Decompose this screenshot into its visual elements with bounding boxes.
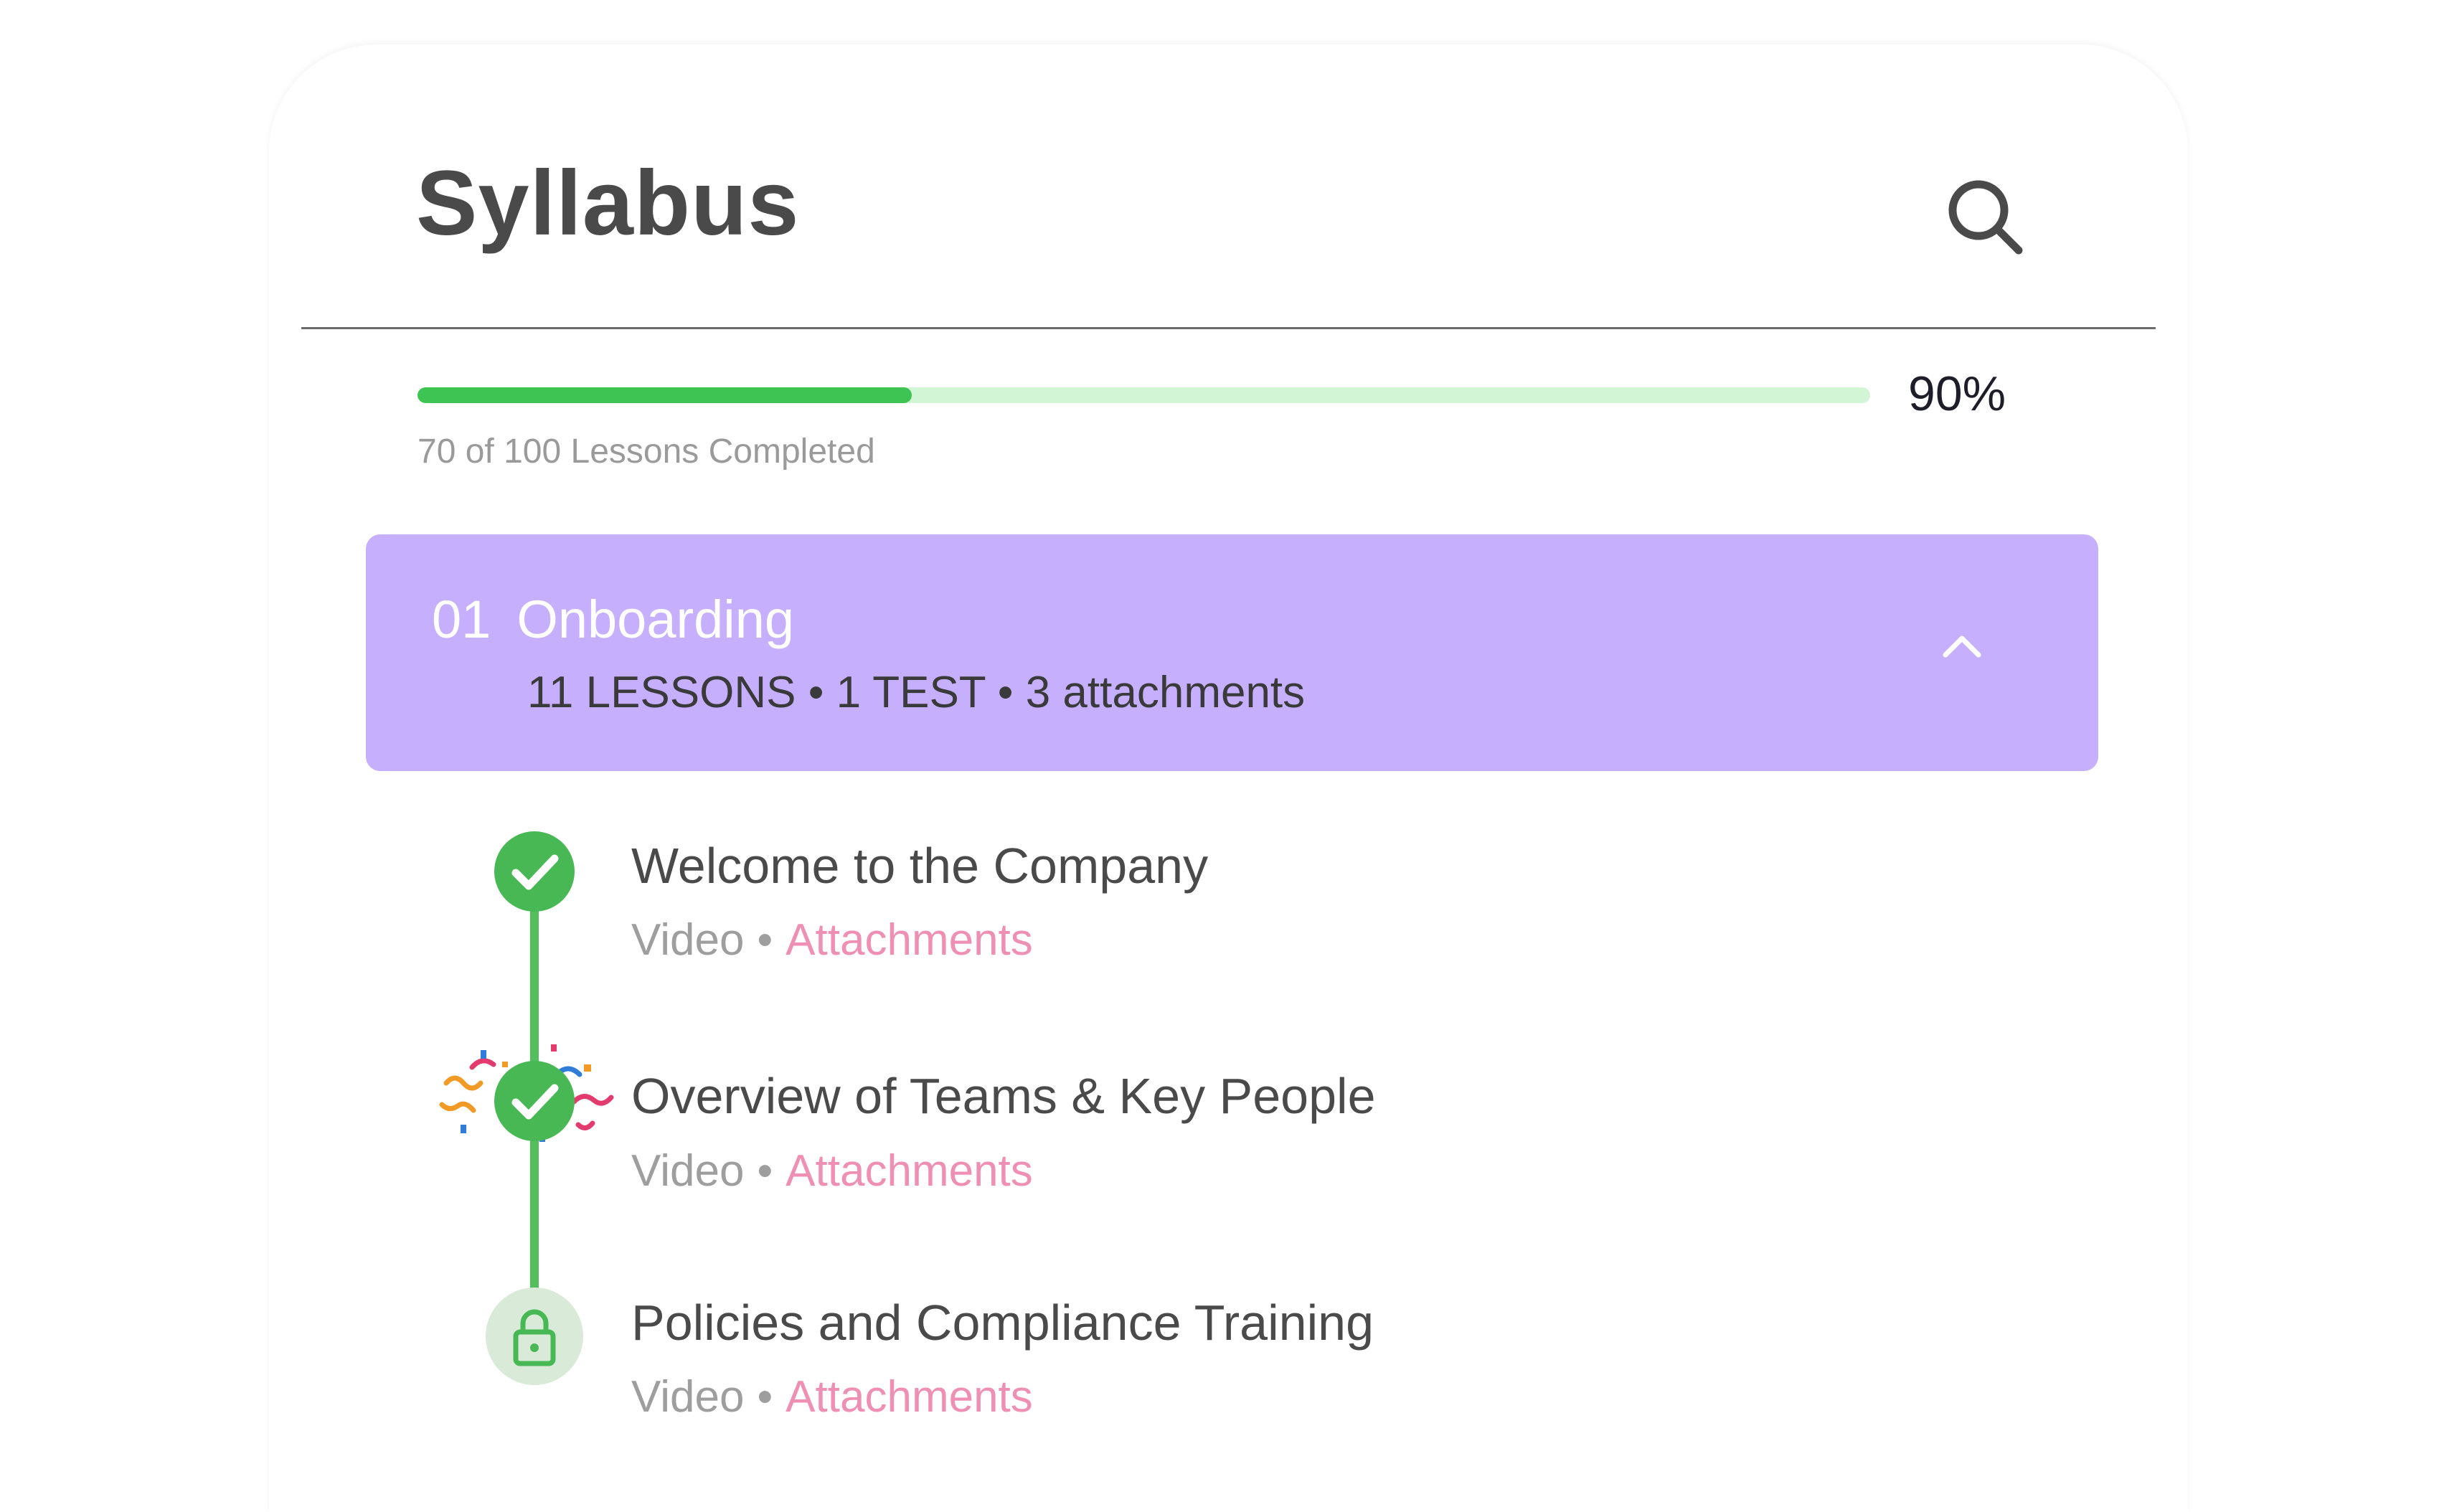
lesson-title[interactable]: Welcome to the Company <box>631 841 1208 891</box>
lesson-title[interactable]: Policies and Compliance Training <box>631 1298 1374 1348</box>
lesson-meta: Video • Attachments <box>631 918 1033 963</box>
lesson-status-completed <box>494 831 575 912</box>
attachments-link[interactable]: Attachments <box>786 1372 1033 1422</box>
lesson-meta: Video • Attachments <box>631 1149 1033 1194</box>
meta-separator: • <box>757 1372 773 1422</box>
lesson-type: Video <box>631 1372 745 1422</box>
header-divider <box>301 327 2156 329</box>
section-header-onboarding[interactable]: 01 Onboarding 11 LESSONS • 1 TEST • 3 att… <box>366 534 2098 771</box>
section-title: 01 Onboarding <box>432 593 794 646</box>
progress-bar <box>417 387 1870 403</box>
progress-bar-fill <box>417 387 912 403</box>
lesson-meta: Video • Attachments <box>631 1375 1033 1419</box>
chevron-up-icon[interactable] <box>1937 628 1987 663</box>
section-name: Onboarding <box>516 590 795 649</box>
page-title: Syllabus <box>416 152 800 255</box>
lessons-completed-text: 70 of 100 Lessons Completed <box>417 433 875 471</box>
check-icon <box>511 1084 559 1120</box>
lesson-type: Video <box>631 1146 745 1196</box>
attachments-link[interactable]: Attachments <box>786 1146 1033 1196</box>
check-icon <box>511 854 559 890</box>
progress-percent: 90% <box>1908 367 2006 421</box>
search-icon <box>1948 180 2023 255</box>
lesson-type: Video <box>631 915 745 965</box>
lock-icon <box>513 1309 556 1366</box>
meta-separator: • <box>757 1146 773 1196</box>
section-meta: 11 LESSONS • 1 TEST • 3 attachments <box>527 668 1306 717</box>
lesson-status-completed <box>494 1061 575 1141</box>
lesson-status-locked <box>486 1287 583 1385</box>
meta-separator: • <box>757 915 773 965</box>
attachments-link[interactable]: Attachments <box>786 915 1033 965</box>
search-button[interactable] <box>1944 176 2027 258</box>
section-number: 01 <box>432 590 491 649</box>
lesson-title[interactable]: Overview of Teams & Key People <box>631 1071 1376 1121</box>
